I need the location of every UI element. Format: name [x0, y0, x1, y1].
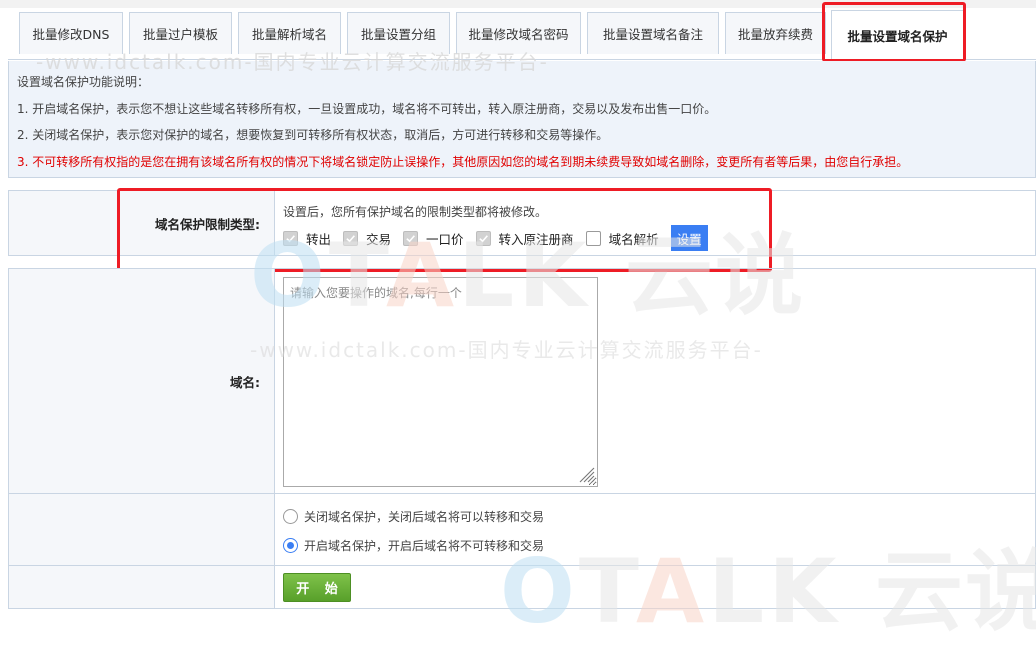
info-panel: 设置域名保护功能说明： 1. 开启域名保护，表示您不想让这些域名转移所有权，一旦…: [8, 61, 1036, 178]
checkbox-checked-icon: [283, 230, 298, 246]
radio-label: 关闭域名保护，关闭后域名将可以转移和交易: [304, 510, 545, 524]
start-button[interactable]: 开 始: [283, 573, 351, 602]
radio-disable-protection[interactable]: 关闭域名保护，关闭后域名将可以转移和交易: [283, 508, 544, 525]
tab-batch-modify-dns[interactable]: 批量修改DNS: [19, 12, 123, 54]
checkbox-label: 交易: [366, 231, 392, 247]
checkbox-label: 一口价: [426, 231, 464, 247]
tab-batch-domain-protection[interactable]: 批量设置域名保护: [831, 10, 964, 60]
tab-label: 批量设置分组: [360, 27, 436, 42]
protect-type-row: 域名保护限制类型: 设置后，您所有保护域名的限制类型都将被修改。 转出 交易 一…: [8, 190, 1036, 256]
tab-batch-set-group[interactable]: 批量设置分组: [347, 12, 450, 54]
tab-label: 批量放弃续费: [737, 27, 813, 42]
tab-label: 批量修改DNS: [32, 27, 110, 42]
protect-type-label: 域名保护限制类型:: [9, 191, 275, 255]
tab-batch-resolve-domain[interactable]: 批量解析域名: [238, 12, 341, 54]
radio-on-icon: [283, 538, 298, 553]
tab-batch-set-remark[interactable]: 批量设置域名备注: [587, 12, 719, 54]
info-warning-line: 3. 不可转移所有权指的是您在拥有该域名所有权的情况下将域名锁定防止误操作，其他…: [17, 154, 909, 169]
tab-label: 批量设置域名备注: [602, 27, 703, 42]
domain-input[interactable]: [283, 277, 598, 487]
radio-enable-protection[interactable]: 开启域名保护，开启后域名将不可转移和交易: [283, 537, 544, 554]
radio-label: 开启域名保护，开启后域名将不可转移和交易: [304, 539, 545, 553]
set-button[interactable]: 设置: [670, 225, 708, 251]
radio-off-icon: [283, 509, 298, 524]
checkbox-checked-icon: [403, 230, 419, 246]
checkbox-label: 转入原注册商: [498, 231, 574, 247]
checkbox-unchecked-icon: [585, 230, 601, 246]
info-line-1: 1. 开启域名保护，表示您不想让这些域名转移所有权，一旦设置成功，域名将不可转出…: [17, 101, 717, 116]
checkbox-trade[interactable]: 交易: [343, 229, 391, 248]
protection-mode-label: [9, 494, 275, 565]
top-bar: [0, 0, 1036, 8]
checkbox-checked-icon: [343, 230, 359, 246]
checkbox-checked-icon: [475, 230, 491, 246]
checkbox-label: 转出: [306, 231, 332, 247]
info-line-2: 2. 关闭域名保护，表示您对保护的域名，想要恢复到可转移所有权状态，取消后，方可…: [17, 128, 609, 142]
start-row: 开 始: [8, 565, 1036, 609]
tab-label: 批量解析域名: [251, 27, 327, 42]
tab-batch-abandon-renewal[interactable]: 批量放弃续费: [725, 12, 826, 54]
tab-label: 批量过户模板: [142, 27, 218, 42]
tab-label: 批量设置域名保护: [847, 29, 948, 44]
domain-row: 域名:: [8, 268, 1036, 493]
start-row-label: [9, 566, 275, 608]
protect-type-hint: 设置后，您所有保护域名的限制类型都将被修改。: [283, 205, 548, 219]
checkbox-transfer-out[interactable]: 转出: [283, 229, 331, 248]
protection-mode-row: 关闭域名保护，关闭后域名将可以转移和交易 开启域名保护，开启后域名将不可转移和交…: [8, 493, 1036, 565]
domain-label: 域名:: [9, 269, 275, 493]
checkbox-domain-resolution[interactable]: 域名解析: [585, 229, 659, 248]
checkbox-fixed-price[interactable]: 一口价: [403, 229, 464, 248]
checkbox-label: 域名解析: [608, 231, 659, 247]
protect-type-options: 转出 交易 一口价 转入原注册商 域名解析 设置: [283, 225, 708, 251]
tab-batch-transfer-template[interactable]: 批量过户模板: [129, 12, 232, 54]
checkbox-transfer-to-original-registrar[interactable]: 转入原注册商: [475, 229, 574, 248]
tab-batch-modify-password[interactable]: 批量修改域名密码: [456, 12, 581, 54]
info-title: 设置域名保护功能说明：: [17, 75, 150, 89]
tab-bar: 批量修改DNS 批量过户模板 批量解析域名 批量设置分组 批量修改域名密码 批量…: [8, 8, 1036, 60]
tab-label: 批量修改域名密码: [468, 27, 569, 42]
